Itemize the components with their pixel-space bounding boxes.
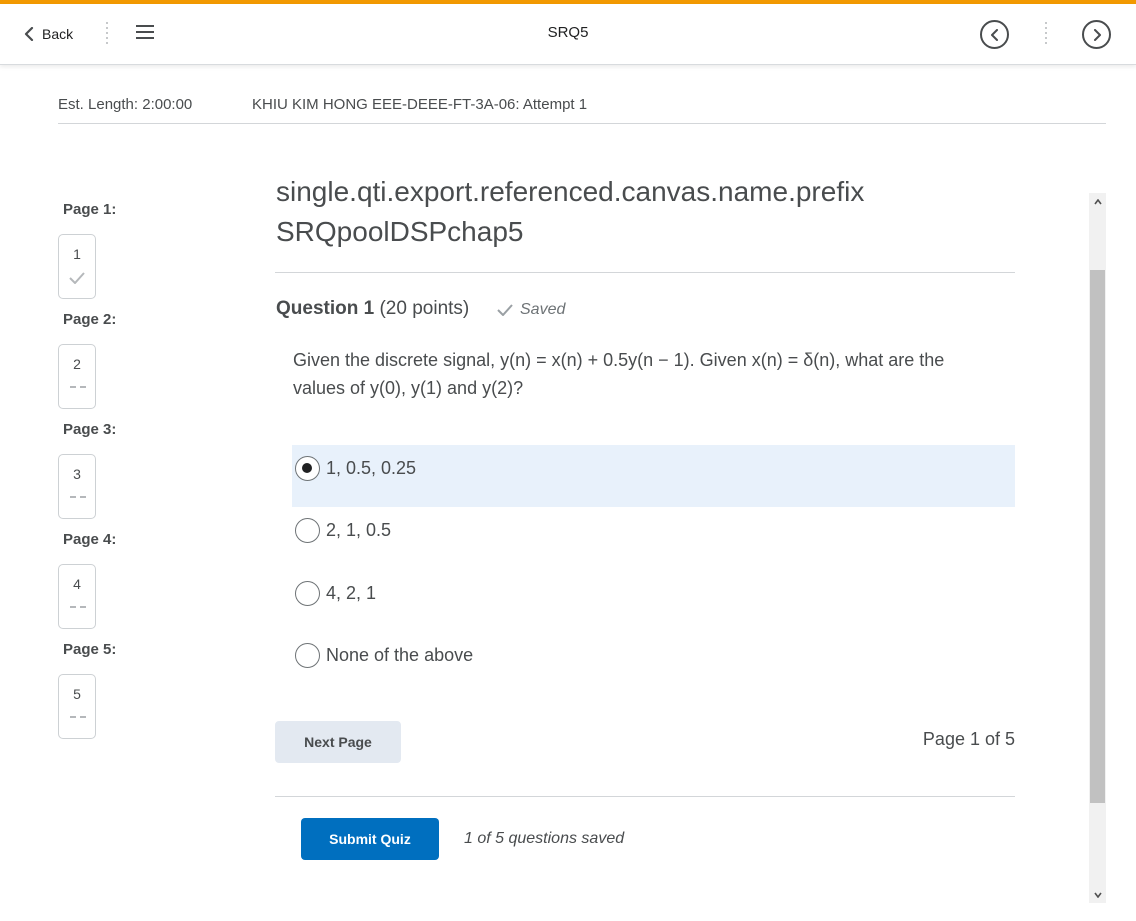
checkmark-icon [497,304,513,316]
page-card-1[interactable]: 1 [58,234,96,299]
page-number: 5 [73,686,81,702]
divider-dots-icon [105,22,109,48]
submit-quiz-button[interactable]: Submit Quiz [301,818,439,860]
answer-option-4[interactable]: None of the above [292,632,1015,694]
scrollbar-thumb[interactable] [1090,270,1105,803]
page-label: Page 2: [63,311,117,328]
answer-option-1[interactable]: 1, 0.5, 0.25 [292,445,1015,507]
page-number: 3 [73,466,81,482]
section-title-line1: single.qti.export.referenced.canvas.name… [276,176,865,207]
page-card-3[interactable]: 3 [58,454,96,519]
page-number: 4 [73,576,81,592]
saved-status: Saved [497,301,565,319]
back-button[interactable]: Back [24,22,73,46]
quiz-title: SRQ5 [547,24,589,41]
answer-label: 4, 2, 1 [326,583,377,603]
question-label: Question 1 [276,298,375,319]
unanswered-dash-icon [70,386,86,392]
radio-button[interactable] [295,581,320,606]
question-text: Given the discrete signal, y(n) = x(n) +… [293,350,945,398]
info-bar: Est. Length: 2:00:00 KHIU KIM HONG EEE-D… [58,94,1106,124]
page-label: Page 5: [63,641,117,658]
answer-option-3[interactable]: 4, 2, 1 [292,570,1015,632]
next-page-button[interactable]: Next Page [275,721,401,763]
page-label: Page 4: [63,531,117,548]
page-number: 2 [73,356,81,372]
saved-label: Saved [520,301,566,318]
page-card-2[interactable]: 2 [58,344,96,409]
question-header: Question 1 (20 points) [276,298,469,320]
chevron-down-icon [1093,892,1102,898]
navbar: Back SRQ5 [0,4,1136,65]
question-points: (20 points) [379,298,470,319]
back-label: Back [42,26,74,42]
est-length: Est. Length: 2:00:00 [58,96,193,113]
chevron-left-icon [990,28,998,41]
page-label: Page 1: [63,201,117,218]
saved-count: 1 of 5 questions saved [464,830,625,847]
radio-button-selected[interactable] [295,456,320,481]
answer-option-2[interactable]: 2, 1, 0.5 [292,507,1015,569]
page-label: Page 3: [63,421,117,438]
scroll-down-button[interactable] [1089,886,1106,903]
answer-label: None of the above [326,645,474,665]
chevron-up-icon [1093,198,1102,204]
scrollbar[interactable] [1089,193,1106,903]
chevron-left-icon [24,27,34,41]
page-indicator: Page 1 of 5 [922,729,1015,749]
divider [275,272,1015,273]
divider-dots-icon [1044,22,1048,48]
radio-button[interactable] [295,643,320,668]
divider [275,796,1015,797]
radio-button[interactable] [295,518,320,543]
previous-button[interactable] [980,20,1009,49]
next-button[interactable] [1082,20,1111,49]
unanswered-dash-icon [70,606,86,612]
chevron-right-icon [1093,28,1101,41]
answer-label: 1, 0.5, 0.25 [326,458,417,478]
answer-label: 2, 1, 0.5 [326,520,392,540]
attempt-info: KHIU KIM HONG EEE-DEEE-FT-3A-06: Attempt… [252,96,588,113]
page-card-4[interactable]: 4 [58,564,96,629]
menu-icon[interactable] [136,25,156,41]
scroll-up-button[interactable] [1089,193,1106,210]
page-number: 1 [73,246,81,262]
unanswered-dash-icon [70,496,86,502]
checkmark-icon [69,272,85,284]
unanswered-dash-icon [70,716,86,722]
page-card-5[interactable]: 5 [58,674,96,739]
section-title-line2: SRQpoolDSPchap5 [276,216,524,247]
